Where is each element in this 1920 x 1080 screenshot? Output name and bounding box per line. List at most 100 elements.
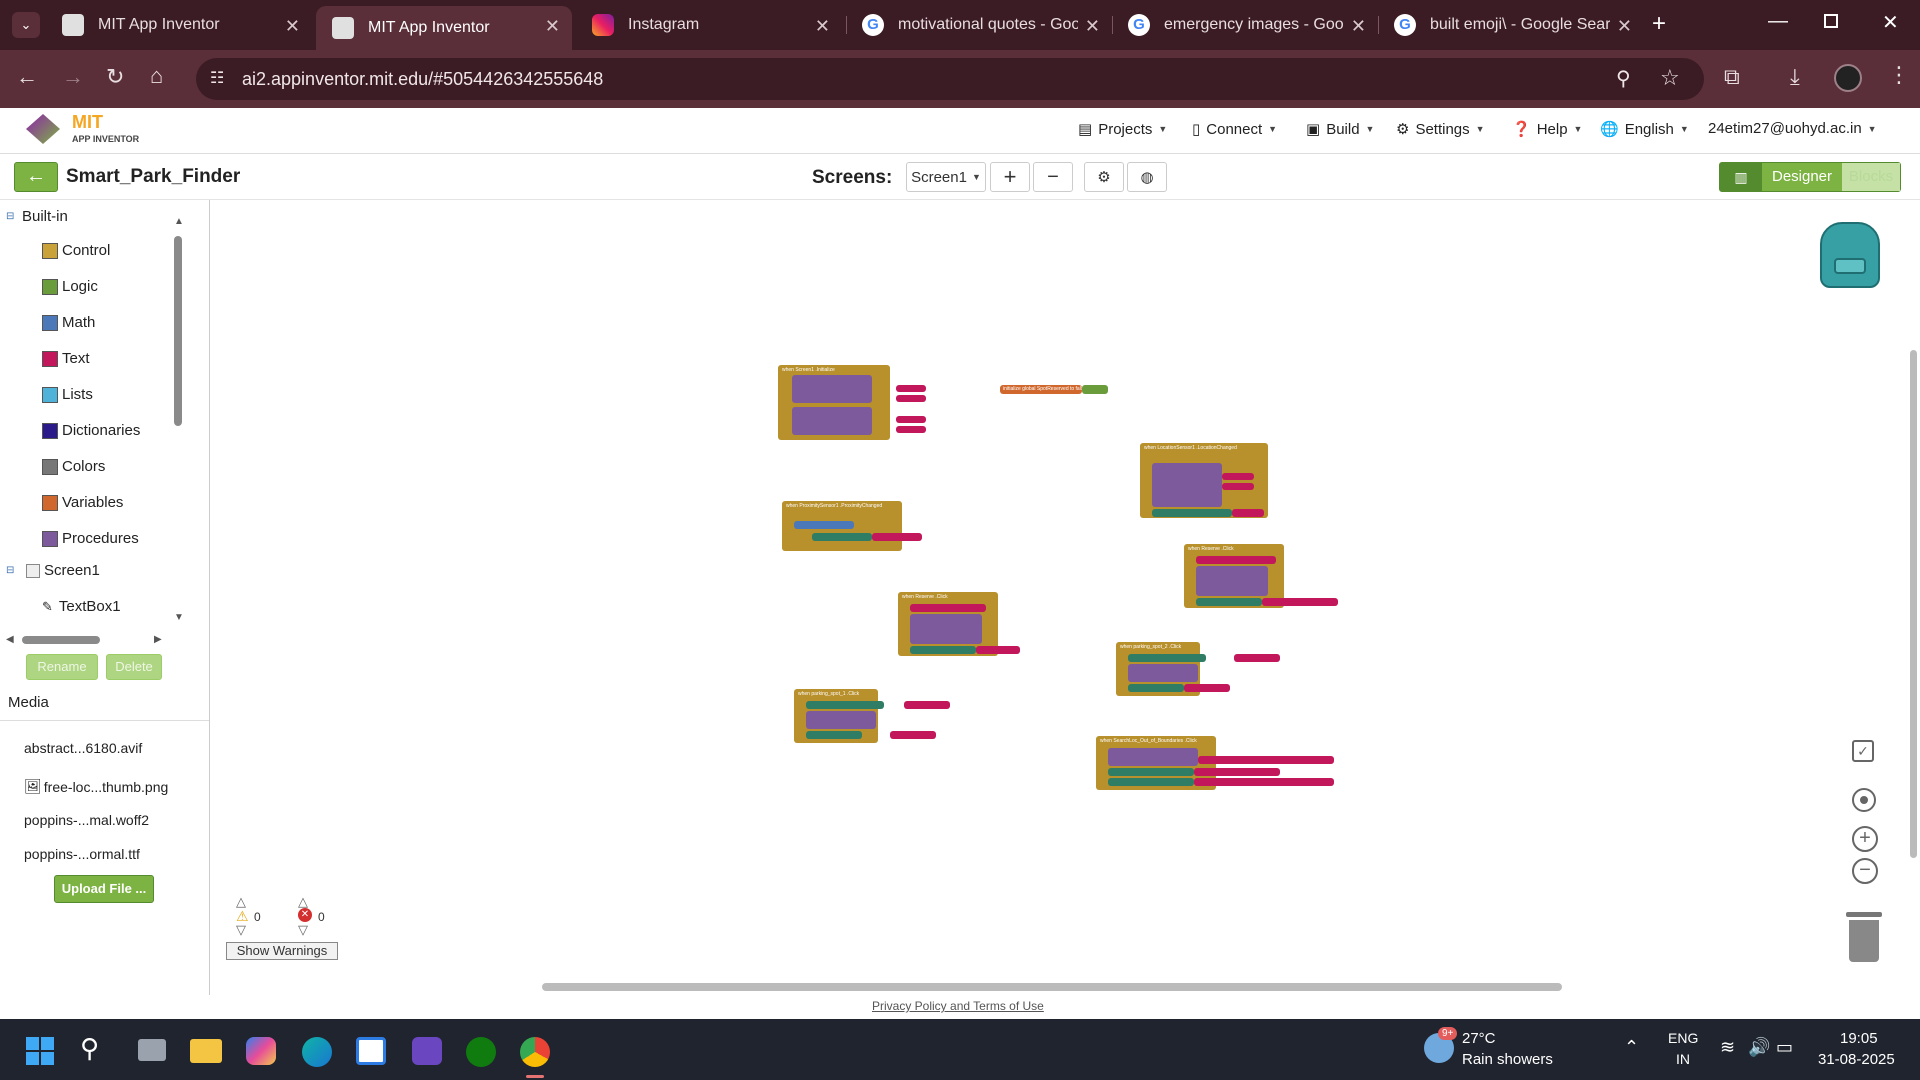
scrollbar-thumb[interactable] (22, 636, 100, 644)
language-bottom[interactable]: IN (1676, 1051, 1690, 1067)
store-icon[interactable] (356, 1037, 386, 1065)
edge-icon[interactable] (302, 1037, 332, 1067)
trash-icon[interactable] (1846, 912, 1882, 962)
projects-menu[interactable]: ▤ Projects ▼ (1078, 120, 1167, 139)
start-icon[interactable] (26, 1037, 54, 1065)
browser-tab[interactable]: G built emoji\ - Google Sear ✕ (1378, 6, 1644, 44)
event-block[interactable]: when Screen1 .Initialize (778, 365, 926, 440)
category-dictionaries[interactable]: Dictionaries (42, 422, 140, 439)
recenter-icon[interactable] (1852, 788, 1876, 812)
browser-tab[interactable]: MIT App Inventor ✕ (46, 6, 312, 44)
value-block[interactable] (890, 731, 936, 739)
event-block[interactable]: when parking_spot_1 .Click (794, 689, 950, 743)
media-file[interactable]: poppins-...ormal.ttf (24, 846, 140, 862)
clock-time[interactable]: 19:05 (1840, 1030, 1878, 1047)
event-block[interactable]: when LocationSensor1 .LocationChanged (1140, 443, 1268, 518)
error-next-arrow[interactable]: ▽ (298, 922, 308, 938)
call-block[interactable] (1196, 566, 1268, 596)
setter-block[interactable] (1196, 598, 1262, 606)
setter-block[interactable] (1128, 684, 1184, 692)
close-tab-icon[interactable]: ✕ (1085, 16, 1100, 37)
value-block[interactable] (896, 395, 926, 402)
close-tab-icon[interactable]: ✕ (545, 16, 560, 37)
designer-button[interactable]: Designer (1762, 163, 1842, 191)
show-warnings-button[interactable]: Show Warnings (226, 942, 338, 960)
cleanup-checkbox-icon[interactable]: ✓ (1852, 740, 1874, 762)
camera-app-icon[interactable] (412, 1037, 442, 1065)
delete-button[interactable]: Delete (106, 654, 162, 680)
back-icon[interactable]: ← (16, 64, 38, 90)
browser-tab-active[interactable]: MIT App Inventor ✕ (316, 6, 572, 50)
call-block[interactable] (1128, 664, 1198, 682)
value-block[interactable] (896, 385, 926, 392)
tree-horizontal-scrollbar[interactable]: ◀ ▶ (6, 634, 166, 646)
collapse-icon[interactable]: ⊟ (6, 565, 26, 576)
zoom-icon[interactable]: ⚲ (1616, 66, 1631, 91)
settings-menu[interactable]: ⚙ Settings ▼ (1396, 120, 1485, 139)
clock-date[interactable]: 31-08-2025 (1818, 1051, 1895, 1068)
collapse-icon[interactable]: ⊟ (6, 211, 22, 222)
backpack-icon[interactable] (1820, 222, 1880, 288)
category-variables[interactable]: Variables (42, 494, 123, 511)
value-block[interactable] (872, 533, 922, 541)
workspace-horizontal-scrollbar[interactable] (542, 983, 1562, 991)
workspace-vertical-scrollbar[interactable] (1910, 350, 1917, 858)
extensions-icon[interactable]: ⧉ (1724, 64, 1740, 90)
wifi-icon[interactable]: ≋ (1720, 1037, 1735, 1058)
call-block[interactable] (806, 711, 876, 729)
setter-block[interactable] (1196, 556, 1276, 564)
profile-avatar[interactable] (1834, 64, 1862, 92)
category-colors[interactable]: Colors (42, 458, 105, 475)
setter-block[interactable] (1152, 509, 1232, 517)
blocks-button[interactable]: Blocks (1842, 163, 1900, 191)
forward-icon[interactable]: → (62, 64, 84, 90)
call-block[interactable] (910, 614, 982, 644)
warning-next-arrow[interactable]: ▽ (236, 922, 246, 938)
close-window-button[interactable]: ✕ (1882, 10, 1899, 35)
blocks-workspace[interactable]: when Screen1 .Initialize initialize glob… (210, 200, 1920, 995)
value-block[interactable] (1222, 473, 1254, 480)
file-explorer-icon[interactable] (190, 1039, 222, 1063)
new-tab-button[interactable]: + (1652, 10, 1666, 38)
minimize-window-button[interactable]: — (1768, 10, 1788, 33)
value-block[interactable] (1234, 654, 1280, 662)
media-file[interactable]: poppins-...mal.woff2 (24, 812, 149, 828)
xbox-icon[interactable] (466, 1037, 496, 1067)
zoom-out-icon[interactable]: − (1852, 858, 1878, 884)
value-block[interactable] (1194, 778, 1334, 786)
media-file[interactable]: abstract...6180.avif (24, 740, 142, 756)
tree-vertical-scrollbar[interactable]: ▲ ▼ (172, 216, 184, 626)
battery-icon[interactable]: ▭ (1776, 1037, 1793, 1058)
event-block[interactable]: when parking_spot_2 .Click (1116, 642, 1280, 696)
chevron-up-icon[interactable]: ⌃ (1624, 1037, 1639, 1058)
bookmark-star-icon[interactable]: ☆ (1660, 65, 1680, 91)
textbox1-tree-node[interactable]: ✎ TextBox1 (42, 598, 121, 615)
account-menu[interactable]: 24etim27@uohyd.ac.in ▼ (1708, 120, 1877, 137)
value-block[interactable] (1222, 483, 1254, 490)
project-properties-button[interactable]: ⚙ (1084, 162, 1124, 192)
category-text[interactable]: Text (42, 350, 90, 367)
close-tab-icon[interactable]: ✕ (1351, 16, 1366, 37)
value-block[interactable] (904, 701, 950, 709)
boolean-block[interactable] (1082, 385, 1108, 394)
browser-tab[interactable]: G motivational quotes - Goo ✕ (846, 6, 1112, 44)
screen1-tree-node[interactable]: ⊟ Screen1 (6, 562, 100, 579)
setter-block[interactable] (1128, 654, 1206, 662)
scrollbar-thumb[interactable] (174, 236, 182, 426)
setter-block[interactable] (812, 533, 872, 541)
setter-block[interactable] (910, 604, 986, 612)
rename-button[interactable]: Rename (26, 654, 98, 680)
weather-temp[interactable]: 27°C (1462, 1030, 1496, 1047)
weather-desc[interactable]: Rain showers (1462, 1051, 1553, 1068)
language-menu[interactable]: 🌐 English ▼ (1600, 120, 1689, 139)
panel-icon[interactable]: ▥ (1720, 163, 1762, 191)
media-file[interactable]: 🖼 free-loc...thumb.png (24, 778, 168, 795)
call-block[interactable] (1152, 463, 1222, 507)
event-block[interactable]: when Reserve .Click (898, 592, 1020, 656)
category-math[interactable]: Math (42, 314, 95, 331)
download-icon[interactable]: ⤓ (1790, 64, 1800, 90)
upload-file-button[interactable]: Upload File ... (54, 875, 154, 903)
global-variable-block[interactable]: initialize global SpotReserved to false (1000, 385, 1086, 394)
home-icon[interactable]: ⌂ (150, 63, 163, 89)
event-block[interactable]: when SearchLoc_Out_of_Boundaries .Click (1096, 736, 1334, 790)
